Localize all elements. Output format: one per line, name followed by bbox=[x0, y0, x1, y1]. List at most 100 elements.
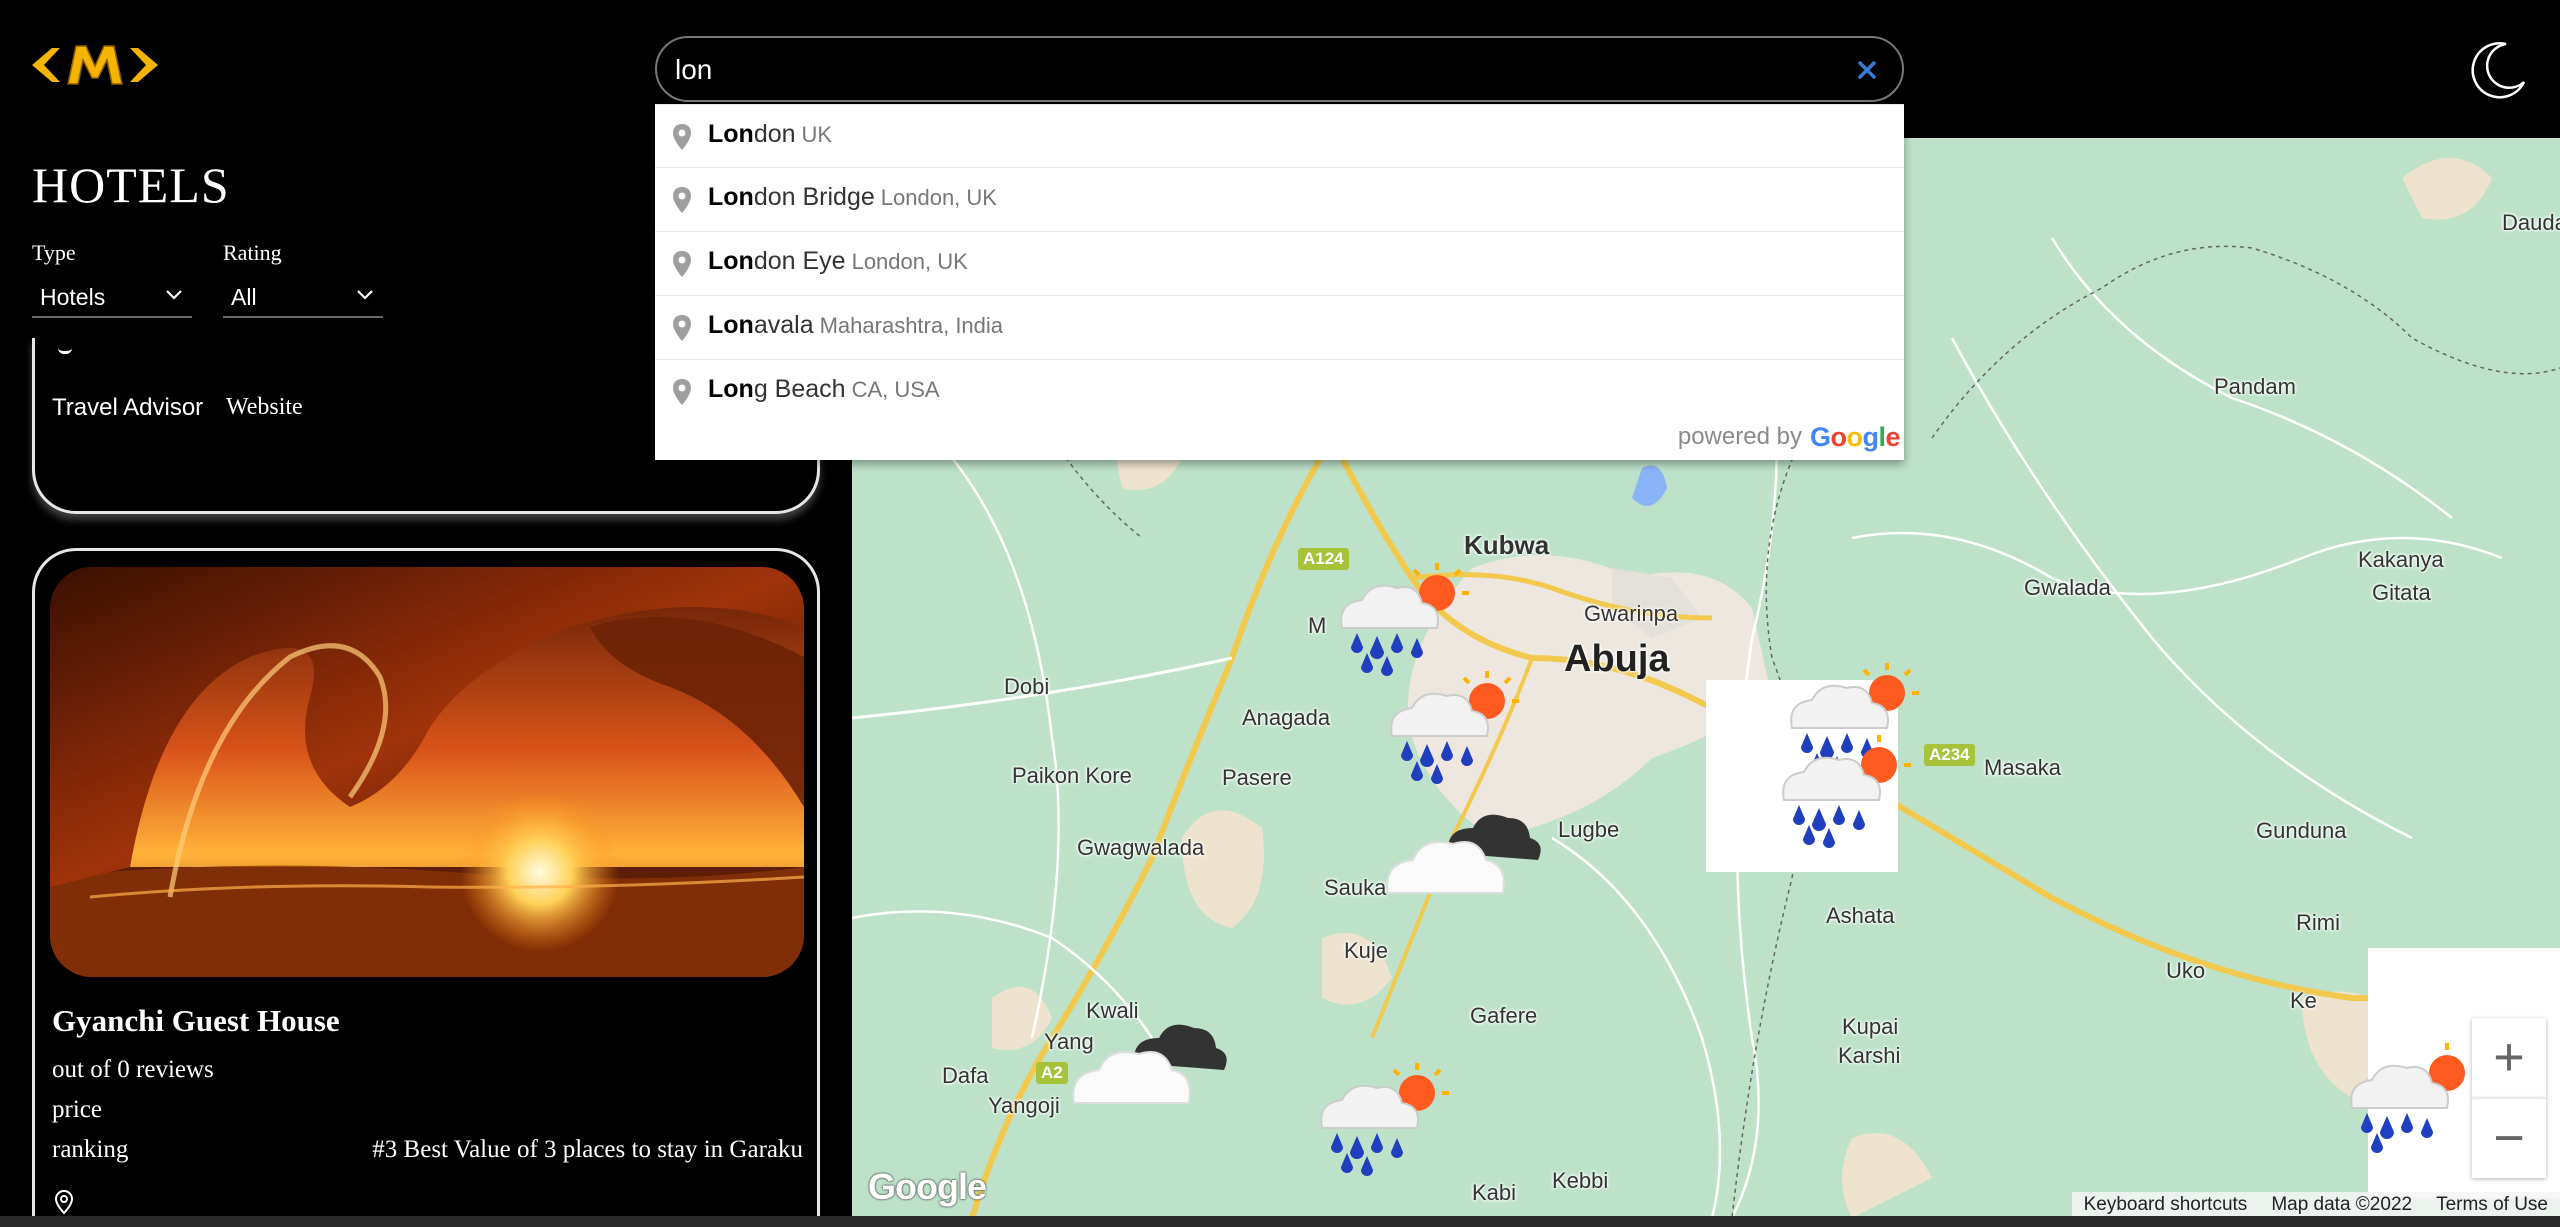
map-label: Kubwa bbox=[1464, 530, 1550, 560]
map-pin-icon bbox=[673, 124, 691, 150]
map-label: Lugbe bbox=[1558, 817, 1620, 842]
road-badge: A2 bbox=[1036, 1062, 1068, 1084]
map-label: Masaka bbox=[1984, 755, 2062, 780]
hotel-name: Gyanchi Guest House bbox=[52, 1003, 340, 1038]
rating-select-value: All bbox=[231, 284, 257, 310]
weather-rain-sun-icon[interactable] bbox=[1302, 1058, 1452, 1178]
hotel-ranking-label: ranking bbox=[52, 1136, 129, 1163]
map-pin-icon bbox=[673, 315, 691, 341]
search-box bbox=[655, 36, 1904, 102]
map-label: Anagada bbox=[1242, 705, 1331, 730]
zoom-out-label: − bbox=[2493, 1108, 2525, 1168]
chevron-down-icon bbox=[357, 290, 373, 300]
autocomplete-item[interactable]: London Eye London, UK bbox=[655, 232, 1904, 296]
bottom-scrollbar[interactable] bbox=[0, 1216, 2560, 1227]
autocomplete-match: Lon bbox=[708, 183, 754, 211]
map-label: Pandam bbox=[2214, 374, 2296, 399]
app-logo[interactable] bbox=[30, 40, 160, 90]
rating-filter: Rating All bbox=[223, 240, 383, 318]
clear-search-icon[interactable] bbox=[1852, 55, 1882, 85]
weather-cloudy-icon[interactable] bbox=[1064, 1008, 1234, 1118]
map-label: Kupai bbox=[1842, 1014, 1899, 1039]
autocomplete-match: Lon bbox=[708, 247, 754, 275]
autocomplete-secondary-text: London, UK bbox=[851, 249, 968, 274]
rating-select[interactable]: All bbox=[223, 276, 383, 318]
autocomplete-dropdown: London UK London Bridge London, UK London … bbox=[655, 104, 1904, 460]
map-label: Dafa bbox=[942, 1063, 989, 1088]
page-title: HOTELS bbox=[32, 157, 230, 213]
autocomplete-item[interactable]: London UK bbox=[655, 104, 1904, 168]
hotel-card[interactable]: Gyanchi Guest House out of 0 reviews pri… bbox=[32, 548, 820, 1227]
weather-rain-sun-icon[interactable] bbox=[2332, 1038, 2482, 1158]
moon-icon[interactable] bbox=[2466, 38, 2530, 102]
map-label: Ashata bbox=[1826, 903, 1895, 928]
type-select[interactable]: Hotels bbox=[32, 276, 192, 318]
rating-filter-label: Rating bbox=[223, 240, 282, 265]
map-label: Kebbi bbox=[1552, 1168, 1609, 1193]
google-brand: Google bbox=[1809, 421, 1901, 452]
map-label: Dobi bbox=[1004, 674, 1050, 699]
map-label: Karshi bbox=[1838, 1043, 1901, 1068]
autocomplete-item[interactable]: Lonavala Maharashtra, India bbox=[655, 296, 1904, 360]
keyboard-shortcuts-link[interactable]: Keyboard shortcuts bbox=[2072, 1192, 2260, 1218]
map-label: Rimi bbox=[2296, 910, 2340, 935]
map-label: Pasere bbox=[1222, 765, 1292, 790]
map-label: Gwarinpa bbox=[1584, 601, 1679, 626]
type-filter: Type Hotels bbox=[32, 240, 192, 318]
website-link[interactable]: Website bbox=[226, 394, 303, 421]
map-label: Gitata bbox=[2372, 580, 2431, 605]
location-icon bbox=[54, 1189, 74, 1215]
autocomplete-main-text: don bbox=[753, 120, 796, 148]
google-logo[interactable]: Google bbox=[868, 1166, 987, 1208]
autocomplete-secondary-text: CA, USA bbox=[851, 377, 940, 402]
weather-rain-sun-icon[interactable] bbox=[1764, 730, 1914, 850]
map-label: Kakanya bbox=[2358, 547, 2444, 572]
autocomplete-match: Lon bbox=[708, 311, 754, 339]
autocomplete-main-text: g Beach bbox=[753, 375, 846, 403]
map-label: Abuja bbox=[1564, 638, 1670, 680]
autocomplete-main-text: avala bbox=[753, 311, 814, 339]
autocomplete-item[interactable]: Long Beach CA, USA bbox=[655, 360, 1904, 424]
map-label: Paikon Kore bbox=[1012, 763, 1132, 788]
map-label: Ke bbox=[2290, 988, 2317, 1013]
powered-by-text: powered by bbox=[1677, 423, 1802, 450]
hotel-ranking-value: #3 Best Value of 3 places to stay in Gar… bbox=[372, 1136, 803, 1163]
weather-rain-sun-icon[interactable] bbox=[1372, 666, 1522, 786]
zoom-out-button[interactable]: − bbox=[2472, 1098, 2546, 1178]
map-pin-icon bbox=[673, 379, 691, 405]
zoom-in-button[interactable]: + bbox=[2472, 1018, 2546, 1098]
hotel-photo[interactable] bbox=[50, 567, 804, 977]
map-pin-icon bbox=[673, 187, 691, 213]
hotel-price-label: price bbox=[52, 1096, 102, 1123]
zoom-in-label: + bbox=[2493, 1027, 2525, 1087]
map-label: Gunduna bbox=[2256, 818, 2347, 843]
autocomplete-secondary-text: UK bbox=[801, 122, 833, 147]
search-input[interactable] bbox=[675, 48, 1825, 92]
type-filter-label: Type bbox=[32, 240, 76, 265]
travel-advisor-link[interactable]: Travel Advisor bbox=[52, 394, 203, 422]
map-label: Kabi bbox=[1472, 1180, 1517, 1205]
map-data-text: Map data ©2022 bbox=[2271, 1194, 2413, 1215]
map-attribution: Keyboard shortcuts Map data ©2022 Terms … bbox=[2071, 1192, 2560, 1218]
autocomplete-secondary-text: Maharashtra, India bbox=[819, 313, 1004, 338]
map-pin-icon bbox=[673, 251, 691, 277]
type-select-value: Hotels bbox=[40, 284, 106, 310]
terms-of-use-link[interactable]: Terms of Use bbox=[2424, 1192, 2560, 1218]
map-label: Gafere bbox=[1470, 1003, 1538, 1028]
autocomplete-secondary-text: London, UK bbox=[880, 185, 997, 210]
map-label: Dauda bbox=[2502, 210, 2560, 235]
map-label: Kuje bbox=[1344, 938, 1389, 963]
chevron-down-icon bbox=[166, 290, 182, 300]
autocomplete-main-text: don Bridge bbox=[753, 183, 875, 211]
powered-by-google: powered by Google bbox=[1677, 420, 1901, 454]
hotel-reviews: out of 0 reviews bbox=[52, 1056, 214, 1083]
weather-rain-sun-icon[interactable] bbox=[1322, 558, 1472, 678]
autocomplete-item[interactable]: London Bridge London, UK bbox=[655, 168, 1904, 232]
autocomplete-match: Lon bbox=[708, 120, 754, 148]
wave-sunset-image bbox=[50, 567, 804, 977]
map-label: Gwagwalada bbox=[1077, 835, 1205, 860]
weather-cloudy-icon[interactable] bbox=[1378, 798, 1548, 908]
map-label: Gwalada bbox=[2024, 575, 2111, 600]
road-badge: A234 bbox=[1924, 744, 1975, 766]
autocomplete-main-text: don Eye bbox=[753, 247, 846, 275]
